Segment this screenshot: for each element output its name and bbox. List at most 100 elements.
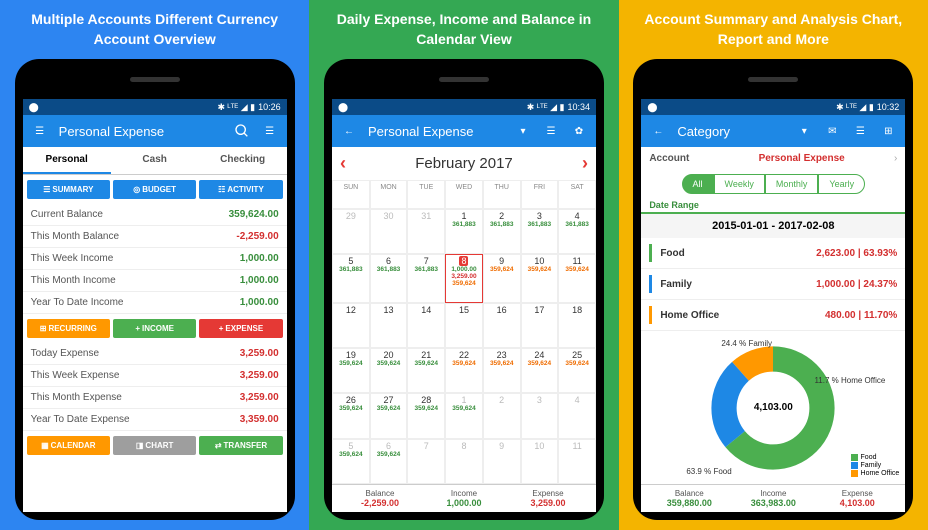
seg-yearly[interactable]: Yearly (818, 174, 865, 194)
calendar-cell[interactable]: 28359,624 (407, 393, 445, 438)
back-icon[interactable]: ← (649, 122, 667, 140)
panel3-title: Account Summary and Analysis Chart, Repo… (627, 10, 920, 49)
calendar-cell[interactable]: 13 (370, 303, 408, 348)
summary-row: This Month Expense3,259.00 (23, 387, 287, 409)
app-bar: ☰ Personal Expense ☰ (23, 115, 287, 147)
calendar-cell[interactable]: 7 (407, 439, 445, 484)
calendar-cell[interactable]: 2 (483, 393, 521, 438)
row-value: 1,000.00 (240, 297, 279, 308)
tab-checking[interactable]: Checking (199, 147, 287, 174)
search-icon[interactable] (233, 122, 251, 140)
calendar-cell[interactable]: 9 (483, 439, 521, 484)
summary-button[interactable]: ☰SUMMARY (27, 180, 110, 199)
tab-personal[interactable]: Personal (23, 147, 111, 174)
calendar-cell[interactable]: 5361,883 (332, 254, 370, 303)
calendar-cell[interactable]: 29 (332, 209, 370, 254)
transfer-button[interactable]: ⇄TRANSFER (199, 436, 282, 455)
calendar-cell[interactable]: 81,000.003,259.00359,624 (445, 254, 483, 303)
calendar-cell[interactable]: 6359,624 (370, 439, 408, 484)
expense-button[interactable]: +EXPENSE (199, 319, 282, 338)
chart-legend: Food Family Home Office (851, 453, 900, 478)
calendar-cell[interactable]: 27359,624 (370, 393, 408, 438)
dropdown-icon[interactable]: ▾ (795, 122, 813, 140)
calendar-button[interactable]: ▦CALENDAR (27, 436, 110, 455)
seg-weekly[interactable]: Weekly (714, 174, 765, 194)
calendar-cell[interactable]: 10 (521, 439, 559, 484)
day-header: FRI (521, 180, 559, 208)
summary-row: Current Balance359,624.00 (23, 204, 287, 226)
budget-button[interactable]: ◎BUDGET (113, 180, 196, 199)
calendar-cell[interactable]: 8 (445, 439, 483, 484)
calendar-cell[interactable]: 21359,624 (407, 348, 445, 393)
footer-summary: Balance-2,259.00 Income1,000.00 Expense3… (332, 484, 596, 512)
calendar-cell[interactable]: 18 (558, 303, 596, 348)
calendar-cell[interactable]: 22359,624 (445, 348, 483, 393)
list-icon[interactable]: ☰ (542, 122, 560, 140)
gear-icon[interactable]: ✿ (570, 122, 588, 140)
calendar-cell[interactable]: 4361,883 (558, 209, 596, 254)
row-label: Year To Date Income (31, 297, 124, 308)
row-value: 1,000.00 (240, 275, 279, 286)
calendar-cell[interactable]: 14 (407, 303, 445, 348)
row-value: -2,259.00 (236, 231, 278, 242)
row-label: This Week Expense (31, 370, 120, 381)
summary-row: This Month Balance-2,259.00 (23, 226, 287, 248)
account-row[interactable]: Account Personal Expense › (641, 147, 905, 170)
seg-monthly[interactable]: Monthly (765, 174, 819, 194)
date-range-value: 2015-01-01 - 2017-02-08 (641, 212, 905, 238)
chart-button[interactable]: ◨CHART (113, 436, 196, 455)
calendar-cell[interactable]: 10359,624 (521, 254, 559, 303)
calendar-cell[interactable]: 6361,883 (370, 254, 408, 303)
calendar-cell[interactable]: 20359,624 (370, 348, 408, 393)
calendar-cell[interactable]: 19359,624 (332, 348, 370, 393)
seg-all[interactable]: All (682, 174, 714, 194)
calendar-cell[interactable]: 11 (558, 439, 596, 484)
grid-icon[interactable]: ⊞ (879, 122, 897, 140)
summary-row: This Week Income1,000.00 (23, 248, 287, 270)
calendar-cell[interactable]: 2361,883 (483, 209, 521, 254)
next-month-button[interactable]: › (582, 153, 588, 174)
calendar-cell[interactable]: 23359,624 (483, 348, 521, 393)
recurring-button[interactable]: ⊞RECURRING (27, 319, 110, 338)
dropdown-icon[interactable]: ▾ (514, 122, 532, 140)
calendar-cell[interactable]: 16 (483, 303, 521, 348)
chevron-right-icon: › (894, 153, 897, 164)
day-header: SUN (332, 180, 370, 208)
menu-icon[interactable]: ☰ (31, 122, 49, 140)
activity-button[interactable]: ☷ACTIVITY (199, 180, 282, 199)
prev-month-button[interactable]: ‹ (340, 153, 346, 174)
row-value: 3,259.00 (240, 348, 279, 359)
calendar-cell[interactable]: 7361,883 (407, 254, 445, 303)
mail-icon[interactable]: ✉ (823, 122, 841, 140)
calendar-cell[interactable]: 12 (332, 303, 370, 348)
day-header: THU (483, 180, 521, 208)
category-color-bar (649, 275, 652, 293)
category-item[interactable]: Food2,623.00 | 63.93% (641, 238, 905, 269)
calendar-cell[interactable]: 26359,624 (332, 393, 370, 438)
calendar-cell[interactable]: 1361,883 (445, 209, 483, 254)
account-label: Account (649, 153, 689, 164)
back-icon[interactable]: ← (340, 122, 358, 140)
tab-cash[interactable]: Cash (111, 147, 199, 174)
calendar-cell[interactable]: 15 (445, 303, 483, 348)
calendar-cell[interactable]: 3361,883 (521, 209, 559, 254)
category-item[interactable]: Home Office480.00 | 11.70% (641, 300, 905, 331)
calendar-cell[interactable]: 25359,624 (558, 348, 596, 393)
calendar-cell[interactable]: 1359,624 (445, 393, 483, 438)
calendar-cell[interactable]: 11359,624 (558, 254, 596, 303)
row-value: 359,624.00 (229, 209, 279, 220)
calendar-cell[interactable]: 9359,624 (483, 254, 521, 303)
calendar-cell[interactable]: 24359,624 (521, 348, 559, 393)
calendar-cell[interactable]: 31 (407, 209, 445, 254)
calendar-cell[interactable]: 30 (370, 209, 408, 254)
row-value: 3,359.00 (240, 414, 279, 425)
income-button[interactable]: +INCOME (113, 319, 196, 338)
calendar-cell[interactable]: 5359,624 (332, 439, 370, 484)
calendar-cell[interactable]: 3 (521, 393, 559, 438)
summary-row: Year To Date Income 1,000.00 (23, 292, 287, 314)
calendar-cell[interactable]: 17 (521, 303, 559, 348)
list-icon[interactable]: ☰ (851, 122, 869, 140)
calendar-cell[interactable]: 4 (558, 393, 596, 438)
category-item[interactable]: Family1,000.00 | 24.37% (641, 269, 905, 300)
list-icon[interactable]: ☰ (261, 122, 279, 140)
